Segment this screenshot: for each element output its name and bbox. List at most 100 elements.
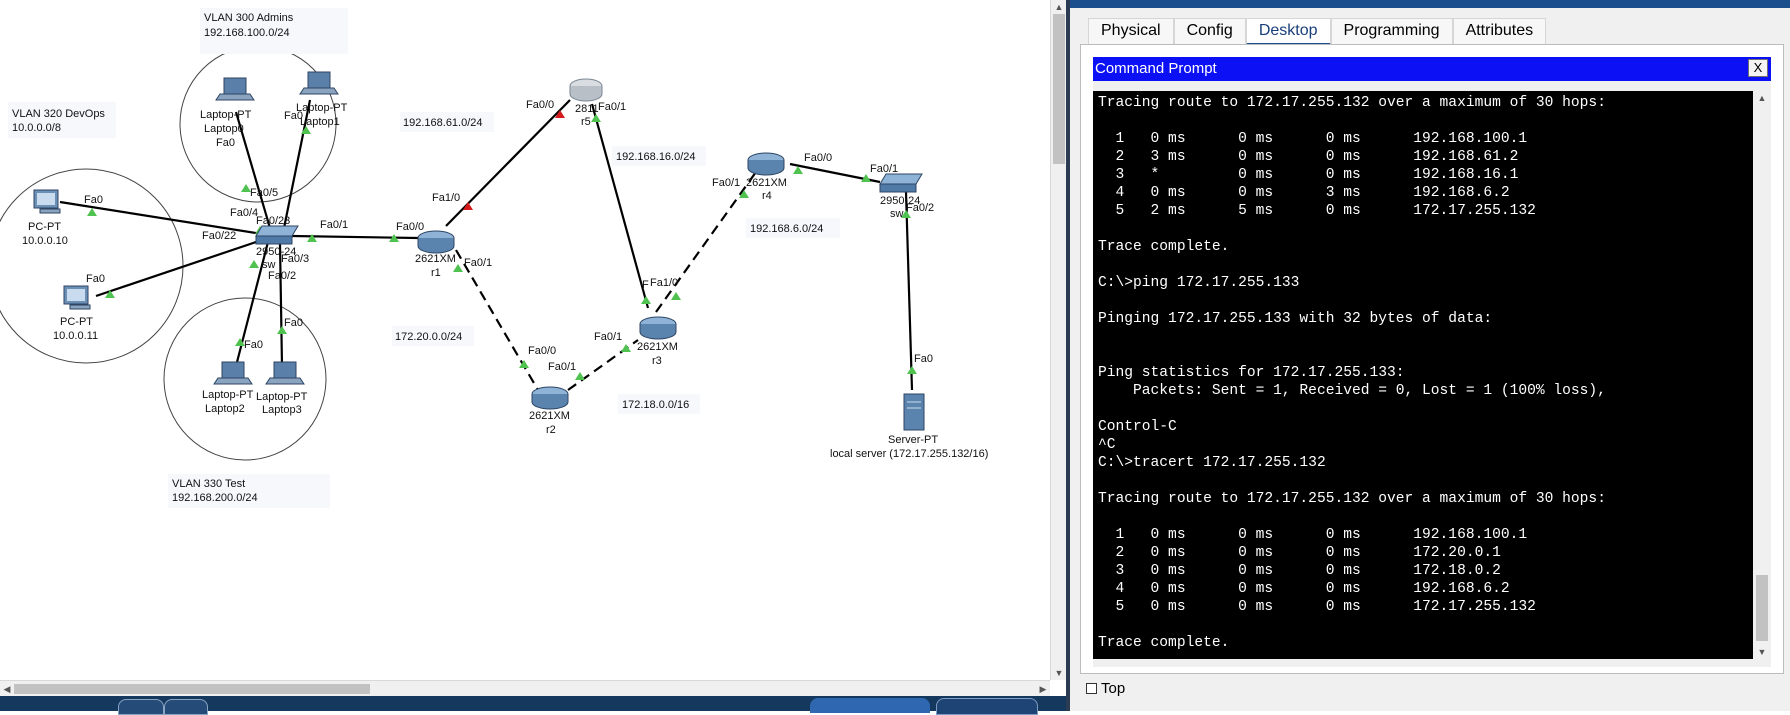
laptop1-name: Laptop1 xyxy=(300,116,340,128)
device-tabs: Physical Config Desktop Programming Attr… xyxy=(1088,18,1547,46)
tab-physical[interactable]: Physical xyxy=(1088,18,1174,45)
window-title-strip xyxy=(1070,0,1790,8)
terminal-output[interactable]: Tracing route to 172.17.255.132 over a m… xyxy=(1093,91,1753,659)
scroll-right-arrow-icon[interactable]: ▶ xyxy=(1036,681,1050,697)
command-prompt-title-bar: Command Prompt X xyxy=(1093,57,1771,81)
pc-icon[interactable] xyxy=(33,189,61,214)
top-checkbox-label: Top xyxy=(1101,680,1126,697)
router-icon[interactable] xyxy=(417,230,455,254)
pcb-ip: 10.0.0.11 xyxy=(53,330,98,342)
port-label: Fa0/1 xyxy=(548,361,576,373)
pcb-model: PC-PT xyxy=(60,316,93,328)
port-label: Fa0/4 xyxy=(230,207,258,219)
tab-programming[interactable]: Programming xyxy=(1330,18,1453,45)
top-checkbox-row[interactable]: Top xyxy=(1086,680,1125,697)
logical-workspace[interactable]: VLAN 300 Admins 192.168.100.0/24 VLAN 32… xyxy=(0,0,1050,680)
laptop0-name: Laptop0 xyxy=(204,123,244,135)
top-checkbox[interactable] xyxy=(1086,683,1097,694)
tab-desktop[interactable]: Desktop xyxy=(1245,18,1331,46)
links-dashed xyxy=(455,171,757,391)
port-label: Fa0 xyxy=(244,339,263,351)
link-r1-r2 xyxy=(455,249,539,391)
port-label: Fa0/0 xyxy=(804,152,832,164)
server-model: Server-PT xyxy=(888,434,938,446)
links-solid xyxy=(59,99,914,391)
router-icon[interactable] xyxy=(639,316,677,340)
command-prompt-window: Command Prompt X Tracing route to 172.17… xyxy=(1093,57,1771,667)
port-label: Fa0 xyxy=(284,317,303,329)
r2-name: r2 xyxy=(546,424,556,436)
laptop-icon[interactable] xyxy=(213,361,253,385)
r1-model: 2621XM xyxy=(415,253,456,265)
port-label: Fa0/23 xyxy=(256,215,290,227)
vlan330-title: VLAN 330 Test xyxy=(172,478,245,490)
scroll-down-arrow-icon[interactable]: ▼ xyxy=(1753,645,1771,659)
port-label: Fa0/22 xyxy=(202,230,236,242)
link-r5-r3 xyxy=(590,103,650,309)
pc-icon[interactable] xyxy=(63,285,91,310)
laptop1-model: Laptop-PT xyxy=(296,102,348,114)
close-button[interactable]: X xyxy=(1748,59,1768,77)
router-icon[interactable] xyxy=(569,78,603,102)
port-label: Fa0 xyxy=(86,273,105,285)
port-label: Fa0/0 xyxy=(528,345,556,357)
vlan320-subnet: 10.0.0.0/8 xyxy=(12,122,61,134)
net20-label: 172.20.0.0/24 xyxy=(395,331,462,343)
undo-button[interactable] xyxy=(118,699,164,715)
port-label: F xyxy=(642,279,649,291)
pca-ip: 10.0.0.10 xyxy=(22,235,68,247)
r4-model: 2621XM xyxy=(746,177,787,189)
r3-name: r3 xyxy=(652,355,662,367)
r5-name: r5 xyxy=(581,116,591,128)
net6-label: 192.168.6.0/24 xyxy=(750,223,823,235)
laptop-icon[interactable] xyxy=(299,71,339,95)
port-label: Fa0 xyxy=(284,110,303,122)
switch-icon[interactable] xyxy=(255,225,299,245)
port-label: Fa0/5 xyxy=(250,187,278,199)
terminal-scrollbar[interactable]: ▲ ▼ xyxy=(1753,91,1771,659)
scroll-up-arrow-icon[interactable]: ▲ xyxy=(1051,0,1067,14)
terminal-text[interactable]: Tracing route to 172.17.255.132 over a m… xyxy=(1098,94,1606,652)
router-icon[interactable] xyxy=(747,152,785,176)
r2-model: 2621XM xyxy=(529,410,570,422)
net61-label: 192.168.61.0/24 xyxy=(403,117,483,129)
server-icon[interactable] xyxy=(903,393,925,431)
link-status-up xyxy=(87,114,917,380)
r4-name: r4 xyxy=(762,190,772,202)
scroll-down-arrow-icon[interactable]: ▼ xyxy=(1051,666,1067,680)
scroll-left-arrow-icon[interactable]: ◀ xyxy=(0,681,14,697)
port-label: Fa0/2 xyxy=(906,202,934,214)
net16-label: 192.168.16.0/24 xyxy=(616,151,696,163)
device-config-window: Physical Config Desktop Programming Attr… xyxy=(1070,0,1790,711)
laptop-icon[interactable] xyxy=(265,361,305,385)
laptop-icon[interactable] xyxy=(215,77,255,101)
r1-name: r1 xyxy=(431,267,441,279)
workspace-vertical-scrollbar[interactable]: ▲ ▼ xyxy=(1050,0,1066,680)
link-r3-r4 xyxy=(655,171,757,313)
workspace-horizontal-scrollbar[interactable]: ◀ ▶ xyxy=(0,680,1050,696)
port-label: Fa0/1 xyxy=(464,257,492,269)
port-label: Fa0/2 xyxy=(268,270,296,282)
switch-icon[interactable] xyxy=(879,173,923,193)
vlan330-subnet: 192.168.200.0/24 xyxy=(172,492,258,504)
tab-config[interactable]: Config xyxy=(1173,18,1246,45)
scroll-thumb[interactable] xyxy=(14,684,370,694)
scroll-thumb[interactable] xyxy=(1756,575,1768,641)
laptop3-name: Laptop3 xyxy=(262,404,302,416)
scroll-thumb[interactable] xyxy=(1053,14,1065,164)
tab-attributes[interactable]: Attributes xyxy=(1452,18,1547,45)
router-icon[interactable] xyxy=(531,386,569,410)
net18-label: 172.18.0.0/16 xyxy=(622,399,689,411)
simulation-mode-button[interactable] xyxy=(936,698,1038,715)
port-label: Fa0 xyxy=(216,137,235,149)
vlan300-subnet: 192.168.100.0/24 xyxy=(204,27,290,39)
network-topology[interactable]: VLAN 300 Admins 192.168.100.0/24 VLAN 32… xyxy=(0,0,1050,680)
redo-button[interactable] xyxy=(164,699,208,715)
port-label: Fa0/1 xyxy=(598,101,626,113)
port-label: Fa0/1 xyxy=(594,331,622,343)
port-label: Fa0/1 xyxy=(320,219,348,231)
vlan300-title: VLAN 300 Admins xyxy=(204,12,294,24)
scroll-up-arrow-icon[interactable]: ▲ xyxy=(1753,91,1771,105)
vlan320-title: VLAN 320 DevOps xyxy=(12,108,105,120)
laptop2-model: Laptop-PT xyxy=(202,389,254,401)
